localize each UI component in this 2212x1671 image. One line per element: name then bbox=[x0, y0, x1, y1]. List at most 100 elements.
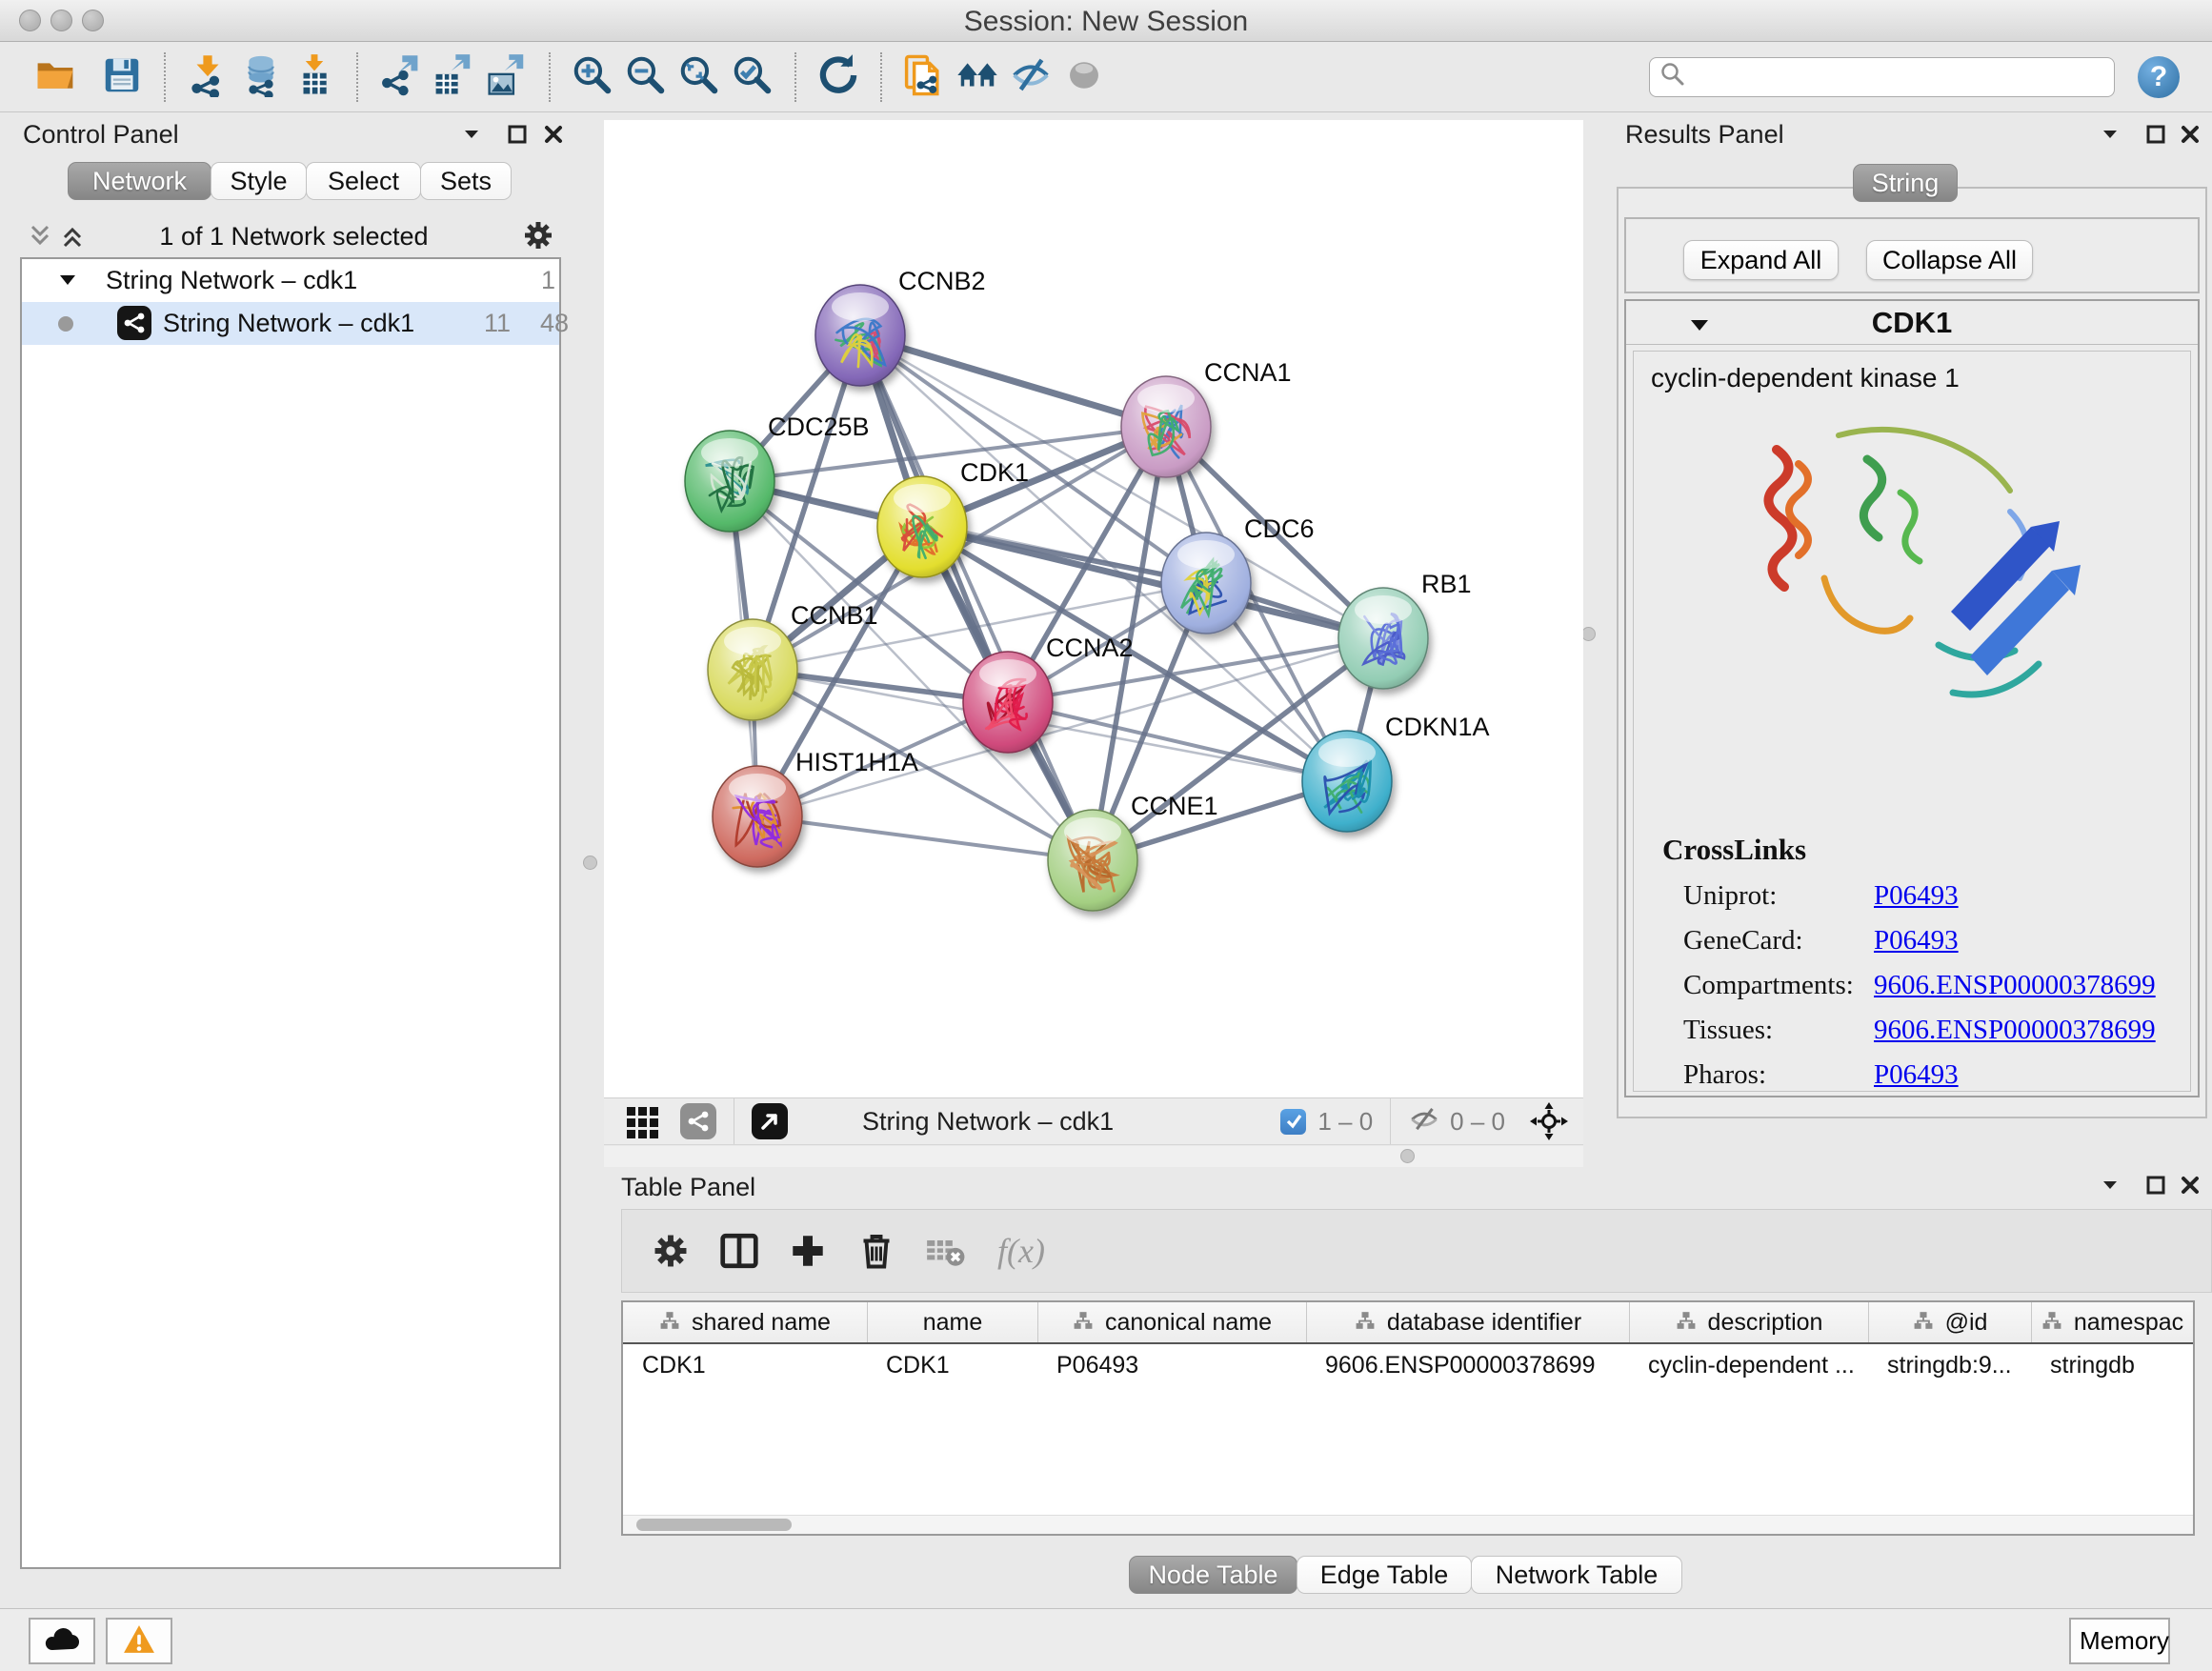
crosslink-link[interactable]: P06493 bbox=[1874, 925, 2156, 956]
table-row[interactable]: CDK1CDK1P064939606.ENSP00000378699cyclin… bbox=[623, 1344, 2193, 1386]
network-node[interactable]: CCNA1 bbox=[1121, 358, 1292, 477]
column-header-name[interactable]: name bbox=[867, 1302, 1037, 1342]
network-from-file-button[interactable] bbox=[897, 49, 951, 106]
network-canvas[interactable]: CCNB2CCNA1CDC25BCDK1CDC6RB1CCNB1CCNA2CDK… bbox=[604, 120, 1583, 1097]
tab-network[interactable]: Network bbox=[68, 162, 211, 200]
column-header-canonical-name[interactable]: canonical name bbox=[1037, 1302, 1306, 1342]
results-panel-float-button[interactable] bbox=[2145, 124, 2166, 148]
tab-network-table[interactable]: Network Table bbox=[1471, 1556, 1682, 1594]
scrollbar-thumb[interactable] bbox=[636, 1519, 792, 1531]
network-node[interactable]: CDKN1A bbox=[1302, 713, 1490, 832]
network-node[interactable]: CDK1 bbox=[877, 458, 1029, 577]
tab-edge-table[interactable]: Edge Table bbox=[1297, 1556, 1472, 1594]
table-cell[interactable]: P06493 bbox=[1037, 1352, 1306, 1379]
table-cell[interactable]: CDK1 bbox=[623, 1352, 867, 1379]
results-panel-close-button[interactable] bbox=[2180, 124, 2201, 148]
show-hidden-button[interactable] bbox=[1057, 49, 1111, 106]
network-edge[interactable] bbox=[757, 816, 1093, 860]
birds-eye-grid-icon[interactable] bbox=[625, 1103, 661, 1139]
hide-selected-button[interactable] bbox=[1004, 49, 1057, 106]
network-node[interactable]: CDC25B bbox=[685, 413, 870, 532]
left-splitter-handle[interactable] bbox=[583, 856, 597, 870]
table-cell[interactable]: CDK1 bbox=[867, 1352, 1037, 1379]
column-header-namespac[interactable]: namespac bbox=[2031, 1302, 2193, 1342]
horizontal-splitter-handle[interactable] bbox=[1400, 1149, 1415, 1163]
tree-expand-caret-icon[interactable] bbox=[56, 269, 79, 298]
network-node[interactable]: CCNE1 bbox=[1048, 792, 1218, 911]
delete-column-trash-icon[interactable] bbox=[847, 1219, 906, 1282]
network-edge[interactable] bbox=[860, 335, 1093, 860]
open-session-button[interactable] bbox=[29, 49, 82, 106]
control-panel-close-button[interactable] bbox=[543, 124, 564, 148]
control-panel-float-button[interactable] bbox=[507, 124, 528, 148]
network-node[interactable]: RB1 bbox=[1338, 570, 1472, 689]
crosslink-link[interactable]: 9606.ENSP00000378699 bbox=[1874, 1015, 2156, 1046]
memory-label: Memory bbox=[2080, 1626, 2169, 1656]
network-node[interactable]: CCNB1 bbox=[708, 601, 878, 720]
crosslink-link[interactable]: P06493 bbox=[1874, 880, 2156, 912]
function-builder-icon[interactable]: f(x) bbox=[997, 1231, 1045, 1271]
control-panel-menu-button[interactable] bbox=[461, 124, 482, 148]
network-row[interactable]: String Network – cdk1 11 48 bbox=[22, 302, 559, 345]
tab-style[interactable]: Style bbox=[211, 162, 307, 200]
results-panel-menu-button[interactable] bbox=[2100, 124, 2121, 148]
memory-button[interactable]: Memory bbox=[2069, 1618, 2170, 1664]
right-splitter-handle[interactable] bbox=[1581, 627, 1596, 641]
expand-all-button[interactable]: Expand All bbox=[1683, 240, 1839, 280]
table-cell[interactable]: stringdb bbox=[2031, 1352, 2193, 1379]
table-panel-menu-button[interactable] bbox=[2100, 1175, 2121, 1198]
column-header--id[interactable]: @id bbox=[1868, 1302, 2031, 1342]
collapse-all-button[interactable]: Collapse All bbox=[1866, 240, 2033, 280]
crosslink-link[interactable]: 9606.ENSP00000378699 bbox=[1874, 970, 2156, 1001]
tab-string[interactable]: String bbox=[1853, 164, 1958, 202]
save-session-button[interactable] bbox=[95, 49, 149, 106]
import-database-button[interactable] bbox=[234, 49, 288, 106]
export-network-button[interactable] bbox=[373, 49, 427, 106]
add-column-icon[interactable] bbox=[778, 1219, 837, 1282]
tab-node-table[interactable]: Node Table bbox=[1129, 1556, 1297, 1594]
export-table-button[interactable] bbox=[427, 49, 480, 106]
delete-table-icon[interactable] bbox=[915, 1219, 975, 1282]
table-hscrollbar[interactable] bbox=[623, 1515, 2193, 1534]
network-label: String Network – cdk1 bbox=[163, 309, 414, 338]
zoom-fit-button[interactable] bbox=[673, 49, 726, 106]
import-network-button[interactable] bbox=[181, 49, 234, 106]
network-edge[interactable] bbox=[1008, 702, 1347, 781]
zoom-in-button[interactable] bbox=[566, 49, 619, 106]
warnings-button[interactable] bbox=[106, 1618, 172, 1664]
help-button[interactable]: ? bbox=[2138, 56, 2180, 98]
export-image-button[interactable] bbox=[480, 49, 533, 106]
column-header-shared-name[interactable]: shared name bbox=[623, 1302, 867, 1342]
table-panel-float-button[interactable] bbox=[2145, 1175, 2166, 1198]
table-cell[interactable]: stringdb:9... bbox=[1868, 1352, 2031, 1379]
tab-sets[interactable]: Sets bbox=[420, 162, 512, 200]
table-panel-close-button[interactable] bbox=[2180, 1175, 2201, 1198]
selected-nodes-checkbox[interactable] bbox=[1280, 1109, 1306, 1135]
column-header-database-identifier[interactable]: database identifier bbox=[1306, 1302, 1629, 1342]
table-cell[interactable]: 9606.ENSP00000378699 bbox=[1306, 1352, 1629, 1379]
table-cell[interactable]: cyclin-dependent ... bbox=[1629, 1352, 1868, 1379]
refresh-button[interactable] bbox=[812, 49, 865, 106]
open-in-new-window-icon[interactable] bbox=[752, 1103, 788, 1139]
cloud-button[interactable] bbox=[29, 1618, 95, 1664]
horizontal-splitter[interactable] bbox=[604, 1146, 1583, 1167]
hierarchy-column-icon bbox=[1913, 1309, 1934, 1337]
import-table-icon bbox=[292, 53, 336, 100]
gene-card-header[interactable]: CDK1 bbox=[1626, 301, 2198, 345]
network-collection-row[interactable]: String Network – cdk1 1 bbox=[22, 259, 559, 302]
zoom-selected-button[interactable] bbox=[726, 49, 779, 106]
fit-content-crosshair-icon[interactable] bbox=[1530, 1102, 1568, 1140]
column-header-description[interactable]: description bbox=[1629, 1302, 1868, 1342]
tab-select[interactable]: Select bbox=[306, 162, 421, 200]
network-node[interactable]: HIST1H1A bbox=[713, 748, 918, 867]
share-view-icon[interactable] bbox=[680, 1103, 716, 1139]
two-houses-button[interactable] bbox=[951, 49, 1004, 106]
show-columns-icon[interactable] bbox=[710, 1219, 769, 1282]
search-input[interactable] bbox=[1686, 62, 2104, 91]
crosslink-link[interactable]: P06493 bbox=[1874, 1059, 2156, 1091]
table-gear-icon[interactable] bbox=[641, 1219, 700, 1282]
import-table-button[interactable] bbox=[288, 49, 341, 106]
zoom-out-button[interactable] bbox=[619, 49, 673, 106]
network-edge[interactable] bbox=[860, 335, 1166, 427]
gear-icon[interactable] bbox=[522, 219, 554, 252]
